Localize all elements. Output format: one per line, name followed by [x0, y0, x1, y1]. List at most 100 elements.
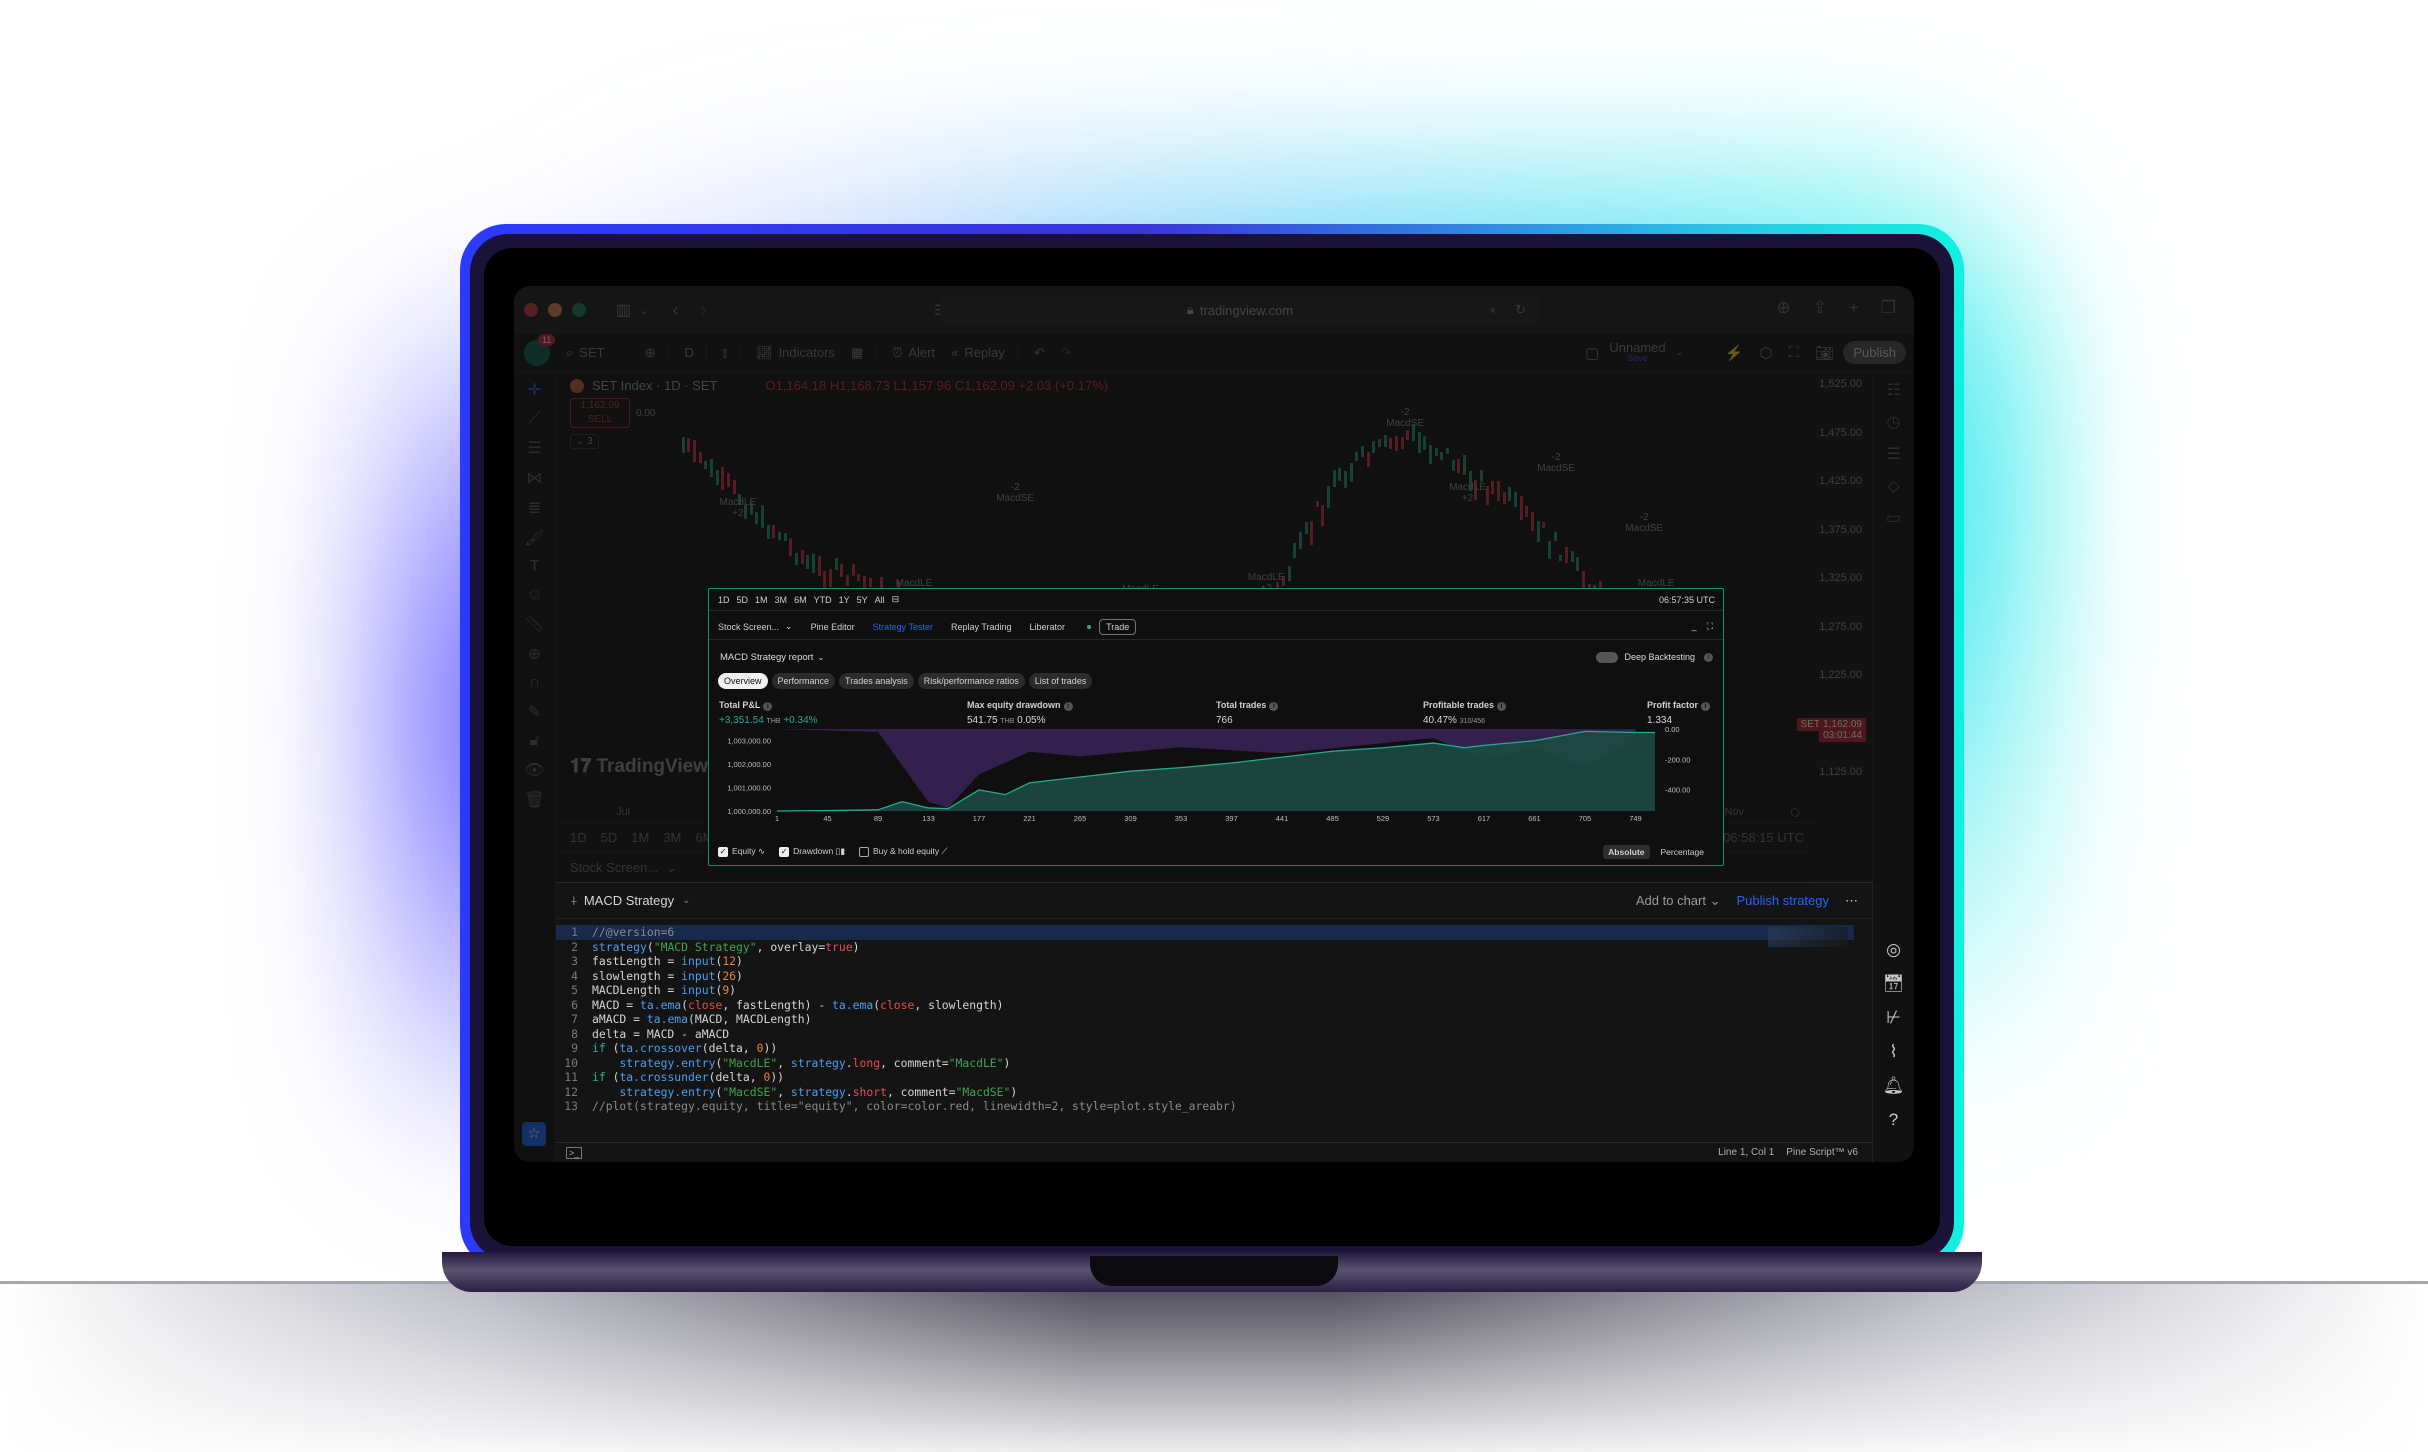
interval-button[interactable]: D — [684, 345, 693, 360]
calendar-icon[interactable]: 📅︎ — [1883, 974, 1905, 994]
quick-search-icon[interactable]: ⚡ — [1725, 344, 1744, 362]
feed-icon[interactable]: ⌇ — [1889, 1042, 1897, 1062]
code-line[interactable]: 11 if (ta.crossunder(delta, 0)) — [556, 1070, 1854, 1085]
share-icon[interactable]: ⇪ — [1813, 298, 1827, 318]
collapse-button[interactable]: ⌄ 3 — [570, 434, 599, 449]
code-line[interactable]: 4 slowlength = input(26) — [556, 969, 1854, 984]
minimize-window-button[interactable] — [548, 303, 562, 317]
replay-button[interactable]: « Replay — [951, 345, 1005, 360]
download-icon[interactable]: ⊕ — [1776, 298, 1790, 318]
layout-control[interactable]: ▢ Unnamed Save ⌄ — [1585, 341, 1684, 364]
subtab-list-of-trades[interactable]: List of trades — [1028, 673, 1093, 689]
info-icon[interactable]: i — [1269, 702, 1279, 711]
brush-icon[interactable]: 🖌︎ — [524, 528, 544, 548]
bell-icon[interactable]: 🔔︎ — [1883, 1076, 1905, 1096]
range-5d[interactable]: 5D — [601, 830, 618, 845]
sell-button[interactable]: 1,162.09 SELL — [570, 398, 630, 428]
panel-range-6m[interactable]: 6M — [794, 595, 807, 605]
report-title[interactable]: MACD Strategy report — [720, 652, 813, 663]
absolute-button[interactable]: Absolute — [1603, 845, 1650, 859]
maximize-panel-icon[interactable]: ⛶ — [1707, 621, 1713, 632]
undo-icon[interactable]: ↶ — [1034, 345, 1045, 361]
publish-button[interactable]: Publish — [1843, 341, 1906, 364]
tab-replay-trading[interactable]: Replay Trading — [951, 622, 1012, 632]
range-1m[interactable]: 1M — [631, 830, 649, 845]
price-scale[interactable]: 1,525.00 1,475.00 1,425.00 1,375.00 1,325.00… — [1796, 372, 1866, 822]
help-icon[interactable]: ? — [1889, 1110, 1898, 1130]
avatar[interactable]: 11 — [524, 333, 556, 366]
code-line[interactable]: 12 strategy.entry("MacdSE", strategy.sho… — [556, 1085, 1854, 1100]
camera-icon[interactable]: 📷︎ — [1815, 344, 1834, 362]
panel-range-all[interactable]: All — [875, 595, 885, 605]
code-line[interactable]: 6 MACD = ta.ema(close, fastLength) - ta.e… — [556, 998, 1854, 1013]
range-3m[interactable]: 3M — [663, 830, 681, 845]
crosshair-icon[interactable]: ✛ — [528, 380, 541, 400]
tab-stock-screener[interactable]: Stock Screen... — [570, 860, 658, 875]
emoji-icon[interactable]: ☺ — [526, 586, 542, 604]
chevron-down-icon[interactable]: ⌄ — [817, 653, 824, 662]
sidebar-toggle-icon[interactable]: ▥ — [616, 300, 631, 320]
range-1d[interactable]: 1D — [570, 830, 587, 845]
chart-type-icon[interactable]: ⫾ — [723, 345, 727, 361]
alert-button[interactable]: ⏰︎ Alert — [892, 345, 935, 361]
trendline-icon[interactable]: ⟋ — [529, 410, 540, 428]
more-options-icon[interactable]: ⋯ — [1845, 893, 1858, 909]
symbol-search[interactable]: ⌕ SET — [566, 345, 605, 361]
alerts-clock-icon[interactable]: ◷ — [1887, 412, 1901, 432]
new-tab-icon[interactable]: + — [1849, 298, 1859, 318]
chevron-down-icon[interactable]: ⌄ — [785, 621, 793, 632]
tab-liberator[interactable]: Liberator — [1030, 622, 1066, 632]
toggle-switch[interactable] — [1596, 651, 1619, 663]
info-icon[interactable]: i — [1063, 702, 1073, 711]
tab-trade[interactable]: Trade — [1099, 618, 1137, 635]
redo-icon[interactable]: ↷ — [1061, 345, 1072, 361]
back-icon[interactable]: ‹ — [672, 300, 678, 321]
code-line[interactable]: 10 strategy.entry("MacdLE", strategy.lon… — [556, 1056, 1854, 1071]
drawdown-checkbox[interactable]: ✓ Drawdown ▯▮ — [779, 846, 845, 857]
horizontal-lines-icon[interactable]: ☰ — [527, 438, 541, 458]
panel-range-1m[interactable]: 1M — [755, 595, 768, 605]
console-icon[interactable]: >_ — [566, 1146, 583, 1159]
data-window-icon[interactable]: ☰ — [1886, 444, 1900, 464]
reload-icon[interactable]: ↻ — [1515, 302, 1526, 318]
code-line[interactable]: 9 if (ta.crossover(delta, 0)) — [556, 1041, 1854, 1056]
minimize-panel-icon[interactable]: _ — [1692, 621, 1697, 632]
lock-icon[interactable]: 🔓︎ — [529, 732, 539, 750]
close-window-button[interactable] — [524, 303, 538, 317]
calendar-range-icon[interactable]: ⊟ — [892, 594, 900, 605]
buy-hold-checkbox[interactable]: Buy & hold equity ⟋ — [859, 846, 948, 857]
radar-icon[interactable]: ◎ — [1886, 940, 1901, 960]
equity-chart[interactable]: 1,003,000.00 1,002,000.00 1,001,000.00 1,00… — [709, 725, 1723, 821]
code-line[interactable]: 5 MACDLength = input(9) — [556, 983, 1854, 998]
subtab-overview[interactable]: Overview — [718, 673, 768, 689]
panel-range-1y[interactable]: 1Y — [839, 595, 850, 605]
code-line[interactable]: 8 delta = MACD - aMACD — [556, 1027, 1854, 1042]
panel-range-5d[interactable]: 5D — [737, 595, 749, 605]
minimap[interactable] — [1768, 927, 1848, 947]
tabs-overview-icon[interactable]: ❐ — [1881, 298, 1896, 318]
fib-icon[interactable]: ≣ — [528, 498, 541, 518]
settings-icon[interactable]: ⬡ — [1790, 806, 1800, 819]
add-to-chart-button[interactable]: Add to chart ⌄ — [1636, 893, 1721, 909]
panel-range-5y[interactable]: 5Y — [857, 595, 868, 605]
code-line[interactable]: 3 fastLength = input(12) — [556, 954, 1854, 969]
indicators-button[interactable]: 📈︎ Indicators — [756, 345, 835, 361]
compare-icon[interactable]: ⊕ — [645, 345, 656, 361]
code-line[interactable]: 1 //@version=6 — [556, 925, 1854, 940]
options-chart-icon[interactable]: ⊬ — [1886, 1008, 1901, 1028]
zoom-in-icon[interactable]: ⊕ — [528, 644, 541, 664]
forward-icon[interactable]: › — [700, 300, 706, 321]
deep-backtesting-toggle[interactable]: Deep Backtesting i — [1596, 651, 1723, 663]
maximize-window-button[interactable] — [572, 303, 586, 317]
info-icon[interactable]: i — [1701, 702, 1711, 711]
text-icon[interactable]: T — [530, 558, 540, 576]
subtab-trades-analysis[interactable]: Trades analysis — [839, 673, 914, 689]
panel-range-1d[interactable]: 1D — [718, 595, 730, 605]
magnet-icon[interactable]: ∩ — [529, 674, 541, 692]
panel-range-ytd[interactable]: YTD — [814, 595, 832, 605]
code-line[interactable]: 13 //plot(strategy.equity, title="equity"… — [556, 1099, 1854, 1114]
subtab-risk-performance-ratios[interactable]: Risk/performance ratios — [917, 673, 1025, 689]
subtab-performance[interactable]: Performance — [771, 673, 836, 689]
audio-icon[interactable]: 🔈︎ — [1490, 302, 1498, 318]
favorites-star-button[interactable]: ☆ — [522, 1122, 546, 1146]
